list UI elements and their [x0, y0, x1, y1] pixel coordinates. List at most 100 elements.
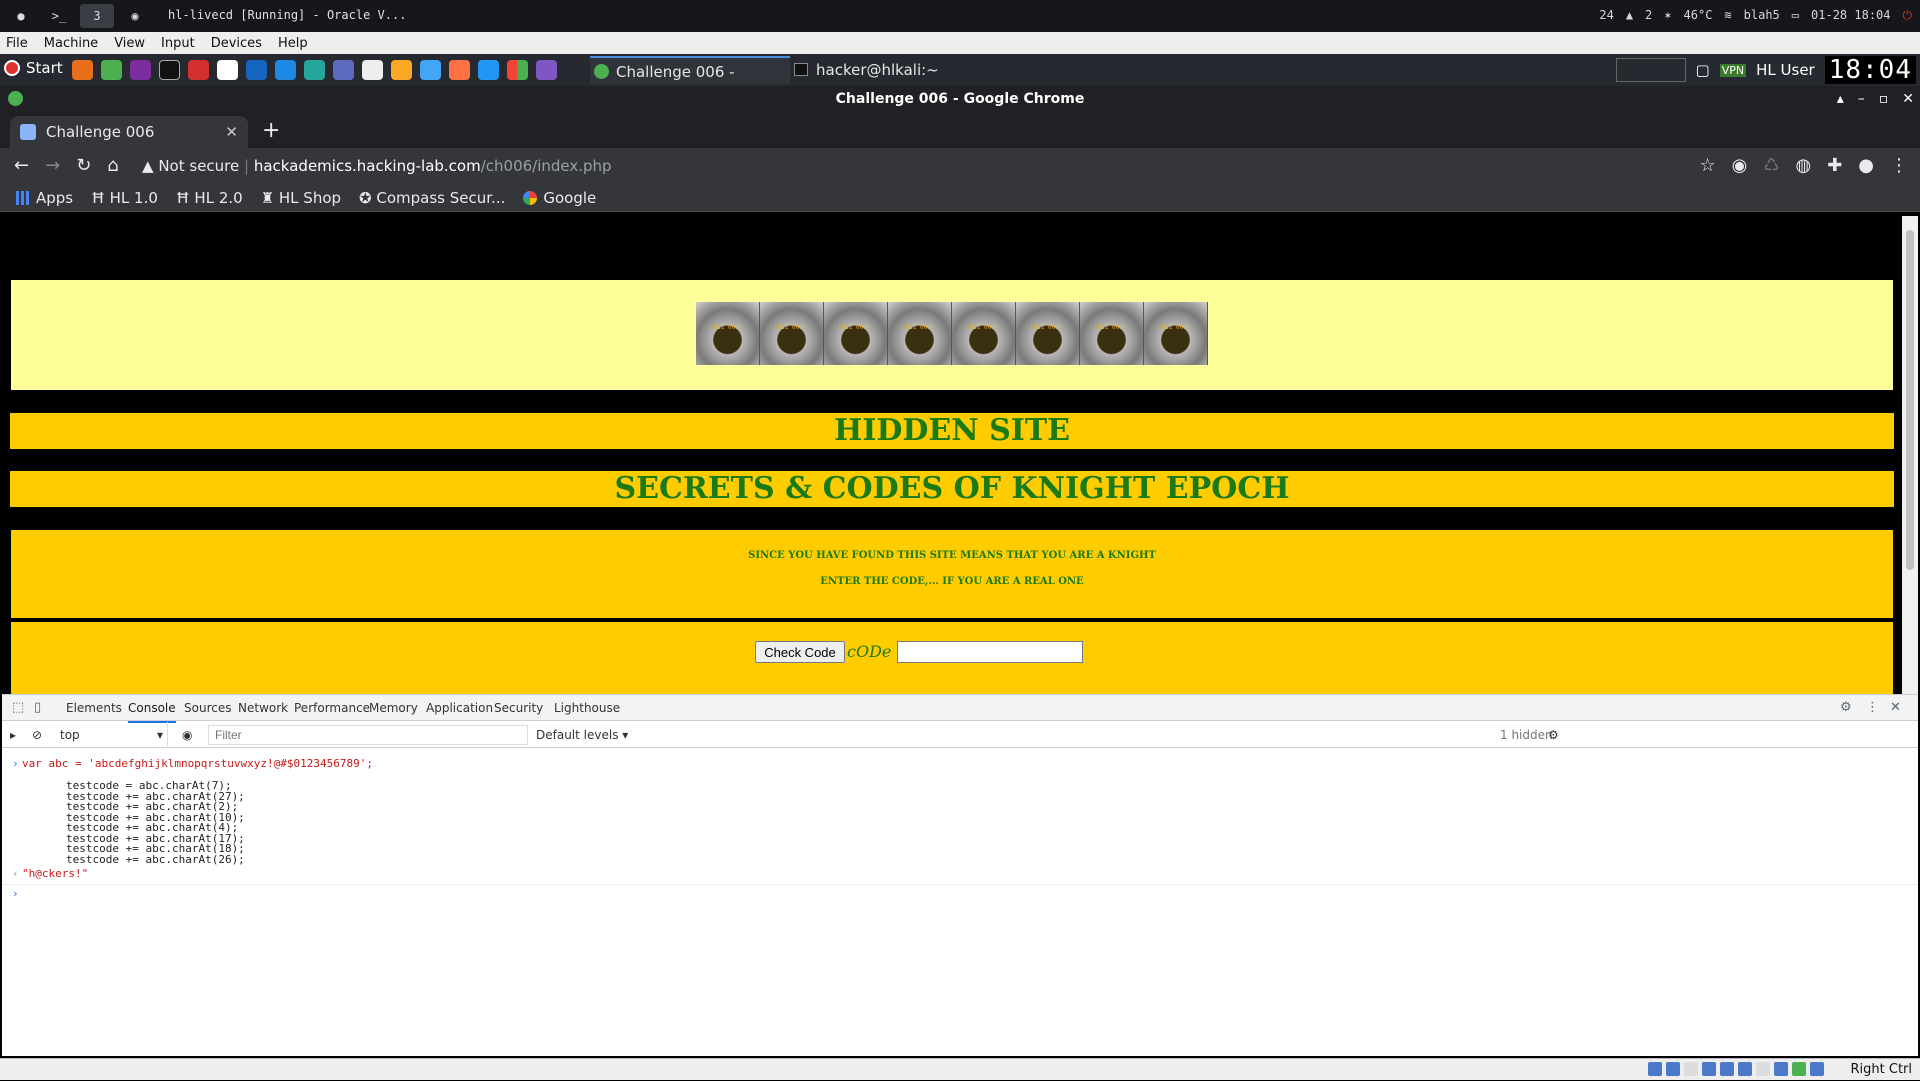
- tab-security[interactable]: Security: [494, 695, 543, 721]
- forward-icon[interactable]: →: [45, 155, 60, 176]
- grid-app-icon[interactable]: [507, 60, 528, 80]
- search-app-icon[interactable]: [246, 60, 267, 80]
- bookmark-hl1[interactable]: Ħ HL 1.0: [91, 189, 158, 207]
- terminal-launcher-icon[interactable]: [159, 60, 180, 80]
- extension-circle-icon[interactable]: ◉: [1732, 155, 1748, 176]
- vscode-icon[interactable]: [275, 60, 296, 80]
- hooded-figure-image: [888, 302, 952, 365]
- screen-icon[interactable]: ▢: [1696, 61, 1710, 79]
- sidebar-toggle-icon[interactable]: ▸: [10, 728, 16, 742]
- tool-icon[interactable]: [333, 60, 354, 80]
- bookmark-compass[interactable]: ✪ Compass Secur...: [359, 189, 505, 207]
- eye-icon[interactable]: ◉: [182, 728, 192, 742]
- monitor-app-icon[interactable]: [536, 60, 557, 80]
- tab-memory[interactable]: Memory: [369, 695, 418, 721]
- cpu-status-icon[interactable]: [1792, 1062, 1806, 1076]
- terminal-icon[interactable]: >_: [42, 4, 76, 28]
- minimize-icon[interactable]: –: [1858, 86, 1865, 112]
- shade-icon[interactable]: ▴: [1837, 86, 1844, 112]
- app-red-icon[interactable]: [188, 60, 209, 80]
- settings-gear-icon[interactable]: ⚙: [1840, 701, 1854, 715]
- address-bar[interactable]: ▲ Not secure | hackademics.hacking-lab.c…: [142, 151, 1682, 181]
- display-icon[interactable]: [1756, 1062, 1770, 1076]
- optical-icon[interactable]: [1666, 1062, 1680, 1076]
- disk-icon[interactable]: [1648, 1062, 1662, 1076]
- devtools-more-icon[interactable]: ⋮: [1866, 701, 1880, 715]
- context-select[interactable]: top ▾: [60, 722, 168, 748]
- bookmark-hlshop-label: HL Shop: [278, 188, 342, 207]
- extension-shield-icon[interactable]: ◍: [1795, 155, 1811, 176]
- home-icon[interactable]: ⌂: [107, 155, 118, 176]
- browser-app-icon[interactable]: [420, 60, 441, 80]
- devtools-close-icon[interactable]: ✕: [1890, 701, 1904, 715]
- power-icon[interactable]: ⏻: [1903, 0, 1913, 30]
- menu-help[interactable]: Help: [278, 36, 308, 51]
- bookmark-hlshop[interactable]: ♜ HL Shop: [261, 189, 341, 207]
- bookmark-apps[interactable]: Apps: [16, 189, 73, 207]
- menu-file[interactable]: File: [6, 36, 28, 51]
- page-scrollbar[interactable]: [1902, 216, 1918, 694]
- extension-recycle-icon[interactable]: ♺: [1763, 155, 1779, 176]
- devtools-tabbar: ⬚ ▯ Elements Console Sources Network Per…: [2, 695, 1918, 723]
- recording-icon[interactable]: [1774, 1062, 1788, 1076]
- user-label[interactable]: HL User: [1756, 61, 1815, 79]
- flame-icon[interactable]: [449, 60, 470, 80]
- tab-application[interactable]: Application: [426, 695, 493, 721]
- puzzle-icon[interactable]: ✚: [1827, 155, 1842, 176]
- clear-console-icon[interactable]: ⊘: [32, 728, 42, 742]
- console-filter-input[interactable]: [208, 725, 528, 745]
- inspect-icon[interactable]: ⬚: [12, 701, 26, 715]
- check-code-button[interactable]: Check Code: [755, 641, 845, 663]
- start-button[interactable]: Start: [4, 59, 63, 77]
- maximize-icon[interactable]: ▫: [1879, 86, 1889, 112]
- more-menu-icon[interactable]: ⋮: [1890, 155, 1908, 176]
- chrome-icon[interactable]: [101, 60, 122, 80]
- bookmark-google[interactable]: Google: [523, 189, 596, 207]
- burp-icon[interactable]: [391, 60, 412, 80]
- mouse-integration-icon[interactable]: [1810, 1062, 1824, 1076]
- files-icon[interactable]: [217, 60, 238, 80]
- folder-icon[interactable]: [478, 60, 499, 80]
- profile-icon[interactable]: ●: [1858, 155, 1874, 176]
- new-tab-icon[interactable]: +: [262, 118, 280, 143]
- app-icon[interactable]: ◉: [118, 4, 152, 28]
- reload-icon[interactable]: ↻: [76, 155, 91, 176]
- close-window-icon[interactable]: ✕: [1902, 86, 1914, 112]
- back-icon[interactable]: ←: [14, 155, 29, 176]
- code-input[interactable]: [897, 641, 1083, 663]
- task-terminal[interactable]: hacker@hlkali:~: [790, 56, 990, 84]
- menu-input[interactable]: Input: [161, 36, 195, 51]
- menu-machine[interactable]: Machine: [44, 36, 98, 51]
- audio-icon[interactable]: [1684, 1062, 1698, 1076]
- bookmark-hl2[interactable]: Ħ HL 2.0: [176, 189, 243, 207]
- tab-sources[interactable]: Sources: [184, 695, 231, 721]
- menu-icon[interactable]: ●: [4, 4, 38, 28]
- shared-folder-icon[interactable]: [1738, 1062, 1752, 1076]
- tab-challenge[interactable]: Challenge 006 ✕: [10, 116, 248, 148]
- scrollbar-thumb[interactable]: [1906, 230, 1914, 570]
- tab-performance[interactable]: Performance: [294, 695, 370, 721]
- workspace-indicator[interactable]: 3: [80, 4, 114, 28]
- task-chrome[interactable]: Challenge 006 - Google ...: [590, 56, 790, 109]
- tab-elements[interactable]: Elements: [66, 695, 122, 721]
- console-settings-icon[interactable]: ⚙: [1548, 728, 1559, 742]
- device-toggle-icon[interactable]: ▯: [34, 701, 48, 715]
- tab-console[interactable]: Console: [128, 695, 176, 723]
- network-app-icon[interactable]: [304, 60, 325, 80]
- tab-network[interactable]: Network: [238, 695, 288, 721]
- menu-view[interactable]: View: [114, 36, 145, 51]
- tab-close-icon[interactable]: ✕: [225, 116, 238, 148]
- console-output[interactable]: › var abc = 'abcdefghijklmnopqrstuvwxyz!…: [2, 749, 1918, 1049]
- network-status-icon[interactable]: [1702, 1062, 1716, 1076]
- editor-icon[interactable]: [130, 60, 151, 80]
- vpn-icon[interactable]: VPN: [1719, 63, 1747, 77]
- menu-devices[interactable]: Devices: [211, 36, 262, 51]
- wireshark-icon[interactable]: [362, 60, 383, 80]
- firefox-icon[interactable]: [72, 60, 93, 80]
- hooded-figure-image: [824, 302, 888, 365]
- workspace-pager[interactable]: [1615, 58, 1686, 82]
- usb-icon[interactable]: [1720, 1062, 1734, 1076]
- log-levels-dropdown[interactable]: Default levels ▾: [536, 722, 628, 748]
- tab-lighthouse[interactable]: Lighthouse: [554, 695, 620, 721]
- bookmark-star-icon[interactable]: ☆: [1699, 155, 1715, 176]
